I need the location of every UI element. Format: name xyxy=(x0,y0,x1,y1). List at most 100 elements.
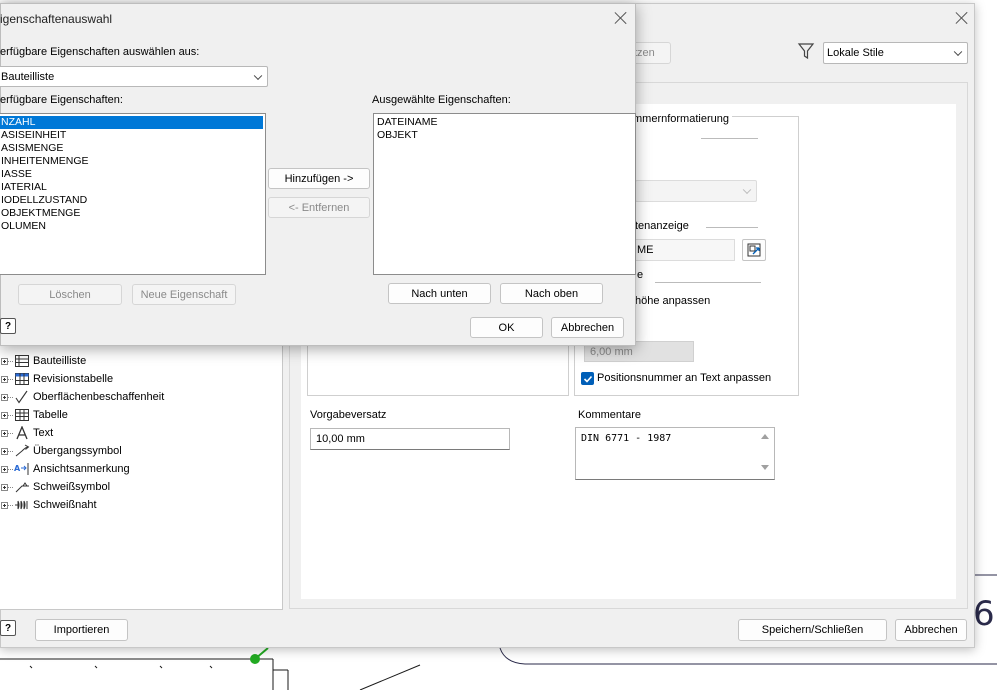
scroll-up-icon[interactable] xyxy=(760,432,770,440)
back-cancel-button[interactable]: Abbrechen xyxy=(895,619,967,641)
fit-text-checkbox[interactable] xyxy=(581,372,594,385)
table-icon xyxy=(14,408,30,422)
available-property-item[interactable]: NZAHL xyxy=(0,116,263,129)
tree-item-label: Ansichtsanmerkung xyxy=(33,463,130,475)
property-selection-dialog: igenschaftenauswahl erfügbare Eigenschaf… xyxy=(0,3,636,346)
expand-icon[interactable] xyxy=(1,501,8,509)
style-tree-panel: Bauteilliste Revisionstabelle Oberflächenb… xyxy=(0,334,283,610)
property-chooser-button[interactable] xyxy=(742,239,766,261)
tree-connector xyxy=(8,378,13,380)
check-icon xyxy=(583,375,592,383)
property-chooser-icon xyxy=(747,243,761,257)
tree-item-label: Oberflächenbeschaffenheit xyxy=(33,391,165,403)
available-property-item[interactable]: ASISEINHEIT xyxy=(0,129,265,142)
front-cancel-button-label: Abbrechen xyxy=(560,321,615,334)
reset-button[interactable]: tzen xyxy=(631,42,671,64)
property-display-value: ME xyxy=(637,244,654,256)
filter-icon[interactable] xyxy=(797,42,815,60)
selected-properties-list[interactable]: DATEINAME OBJEKT xyxy=(373,113,636,275)
available-properties-list[interactable]: NZAHL ASISEINHEIT ASISMENGE INHEITENMENGE IA… xyxy=(0,113,266,275)
front-cancel-button[interactable]: Abbrechen xyxy=(551,317,624,338)
help-icon[interactable]: ? xyxy=(0,620,16,636)
default-offset-input[interactable]: 10,00 mm xyxy=(310,428,510,450)
add-button[interactable]: Hinzufügen -> xyxy=(268,168,370,189)
source-select[interactable]: Bauteilliste xyxy=(0,66,268,87)
source-select-value: Bauteilliste xyxy=(1,70,55,83)
tree-item[interactable]: A Ansichtsanmerkung xyxy=(0,460,130,478)
tree-connector xyxy=(8,432,13,434)
tree-connector xyxy=(8,486,13,488)
delete-button-label: Löschen xyxy=(49,288,91,301)
balloon-format-rule xyxy=(701,138,758,139)
expand-icon[interactable] xyxy=(1,483,8,491)
balloon-size-value: 6,00 mm xyxy=(590,345,633,358)
view-annotation-icon: A xyxy=(14,462,30,476)
default-offset-value: 10,00 mm xyxy=(316,433,365,445)
tree-item-label: Bauteilliste xyxy=(33,355,87,367)
style-filter-select[interactable]: Lokale Stile xyxy=(823,42,968,64)
remove-button-label: <- Entfernen xyxy=(288,201,350,214)
available-property-item[interactable]: INHEITENMENGE xyxy=(0,155,265,168)
expand-icon[interactable] xyxy=(1,411,8,419)
tree-item-label: Schweißnaht xyxy=(33,499,97,511)
tree-item[interactable]: Revisionstabelle xyxy=(0,370,113,388)
expand-icon[interactable] xyxy=(1,393,8,401)
balloon-size-rule xyxy=(655,282,761,283)
comments-textarea[interactable]: DIN 6771 - 1987 xyxy=(575,427,775,480)
import-button-label: Importieren xyxy=(53,624,110,636)
import-button[interactable]: Importieren xyxy=(35,619,128,641)
tree-item[interactable]: Bauteilliste xyxy=(0,352,86,370)
chevron-down-icon xyxy=(953,47,963,57)
balloon-shape-select[interactable] xyxy=(635,180,757,202)
tree-item[interactable]: Oberflächenbeschaffenheit xyxy=(0,388,164,406)
scroll-down-icon[interactable] xyxy=(760,464,770,472)
property-display-field[interactable]: ME xyxy=(635,239,735,261)
selected-properties-label: Ausgewählte Eigenschaften: xyxy=(372,94,511,106)
text-icon xyxy=(14,426,30,440)
chevron-down-icon xyxy=(742,185,752,195)
close-icon[interactable] xyxy=(613,10,629,26)
dialog-title: igenschaftenauswahl xyxy=(0,12,113,26)
tree-item[interactable]: Tabelle xyxy=(0,406,68,424)
tree-item-label: Übergangssymbol xyxy=(33,445,122,457)
tree-item[interactable]: Text xyxy=(0,424,53,442)
expand-icon[interactable] xyxy=(1,429,8,437)
expand-icon[interactable] xyxy=(1,465,8,473)
tree-item[interactable]: Schweißnaht xyxy=(0,496,97,514)
delete-button[interactable]: Löschen xyxy=(18,284,122,305)
move-up-button[interactable]: Nach oben xyxy=(500,283,603,304)
tree-item-label: Text xyxy=(33,427,54,439)
expand-icon[interactable] xyxy=(1,375,8,383)
move-down-button[interactable]: Nach unten xyxy=(388,283,491,304)
fit-text-label: Positionsnummer an Text anpassen xyxy=(597,372,772,384)
balloon-size-title: e xyxy=(637,269,644,281)
style-filter-value: Lokale Stile xyxy=(827,47,884,59)
new-property-button[interactable]: Neue Eigenschaft xyxy=(132,284,236,305)
remove-button[interactable]: <- Entfernen xyxy=(268,197,370,218)
help-icon[interactable]: ? xyxy=(0,318,16,334)
expand-icon[interactable] xyxy=(1,357,8,365)
move-up-button-label: Nach oben xyxy=(524,287,579,300)
comments-label: Kommentare xyxy=(578,409,641,421)
tree-connector xyxy=(8,504,13,506)
available-property-item[interactable]: OBJEKTMENGE xyxy=(0,207,265,220)
available-property-item[interactable]: IASSE xyxy=(0,168,265,181)
tree-connector xyxy=(8,414,13,416)
close-icon[interactable] xyxy=(954,10,970,26)
add-button-label: Hinzufügen -> xyxy=(284,172,354,185)
tree-item[interactable]: Übergangssymbol xyxy=(0,442,122,460)
tree-item-label: Tabelle xyxy=(33,409,68,421)
source-label: erfügbare Eigenschaften auswählen aus: xyxy=(0,46,200,58)
available-property-item[interactable]: IATERIAL xyxy=(0,181,265,194)
save-close-button[interactable]: Speichern/Schließen xyxy=(738,619,887,641)
expand-icon[interactable] xyxy=(1,447,8,455)
tree-item-label: Schweißsymbol xyxy=(33,481,111,493)
available-property-item[interactable]: IODELLZUSTAND xyxy=(0,194,265,207)
tree-item[interactable]: Schweißsymbol xyxy=(0,478,110,496)
property-display-title: tenanzeige xyxy=(635,220,689,232)
available-property-item[interactable]: ASISMENGE xyxy=(0,142,265,155)
available-property-item[interactable]: OLUMEN xyxy=(0,220,265,233)
selected-property-item[interactable]: DATEINAME xyxy=(375,116,635,129)
selected-property-item[interactable]: OBJEKT xyxy=(375,129,635,142)
ok-button[interactable]: OK xyxy=(470,317,543,338)
